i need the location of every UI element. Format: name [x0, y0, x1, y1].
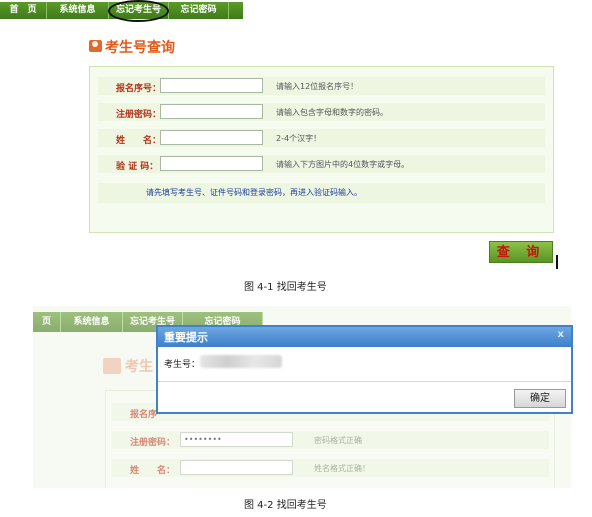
field-hint: 请输入包含字母和数字的密码。 [276, 108, 388, 117]
text-cursor [556, 255, 558, 269]
important-notice-dialog: 重要提示 x 考生号： 确定 [156, 325, 573, 414]
field-hint: 2-4个汉字！ [276, 134, 322, 143]
ok-button[interactable]: 确定 [514, 389, 566, 408]
field-hint: 请输入下方图片中的4位数字或字母。 [276, 160, 410, 169]
highlight-circle [108, 0, 169, 22]
top-nav: 首 页 系统信息 忘记考生号 忘记密码 [0, 0, 592, 22]
exam-number-label: 考生号： [164, 360, 201, 370]
query-form-panel: 报名序号： 请输入12位报名序号！ 注册密码： 请输入包含字母和数字的密码。 姓… [89, 66, 554, 233]
dialog-title: 重要提示 [164, 331, 208, 344]
figure-caption: 图 4-1 找回考生号 [244, 282, 327, 293]
form-row: 报名序号： 请输入12位报名序号！ [98, 77, 545, 95]
field-label: 姓 名： [116, 136, 162, 146]
figure-caption: 图 4-2 找回考生号 [244, 500, 327, 511]
password-input[interactable] [160, 104, 263, 119]
dialog-header: 重要提示 x [158, 327, 571, 347]
redacted-exam-number [200, 355, 282, 368]
field-label: 报名序号： [116, 84, 162, 94]
field-label: 注册密码： [116, 110, 162, 120]
captcha-input[interactable] [160, 156, 263, 171]
registration-number-input[interactable] [160, 78, 263, 93]
nav-forgot-password[interactable]: 忘记密码 [169, 2, 229, 19]
nav-system-info[interactable]: 系统信息 [47, 2, 109, 19]
name-input[interactable] [160, 130, 263, 145]
form-note: 请先填写考生号、证件号码和登录密码，再进入验证码输入。 [98, 183, 545, 203]
query-button[interactable]: 查 询 [489, 241, 553, 263]
form-row: 注册密码： 请输入包含字母和数字的密码。 [98, 103, 545, 121]
form-row: 姓 名： 2-4个汉字！ [98, 129, 545, 147]
field-label: 验 证 码： [116, 162, 159, 172]
close-icon[interactable]: x [558, 329, 564, 340]
user-icon [89, 40, 102, 52]
page-title: 考生号查询 [105, 40, 175, 56]
nav-home[interactable]: 首 页 [0, 2, 47, 19]
divider [158, 381, 571, 382]
field-hint: 请输入12位报名序号！ [276, 82, 359, 91]
form-row: 验 证 码： 请输入下方图片中的4位数字或字母。 [98, 155, 545, 173]
